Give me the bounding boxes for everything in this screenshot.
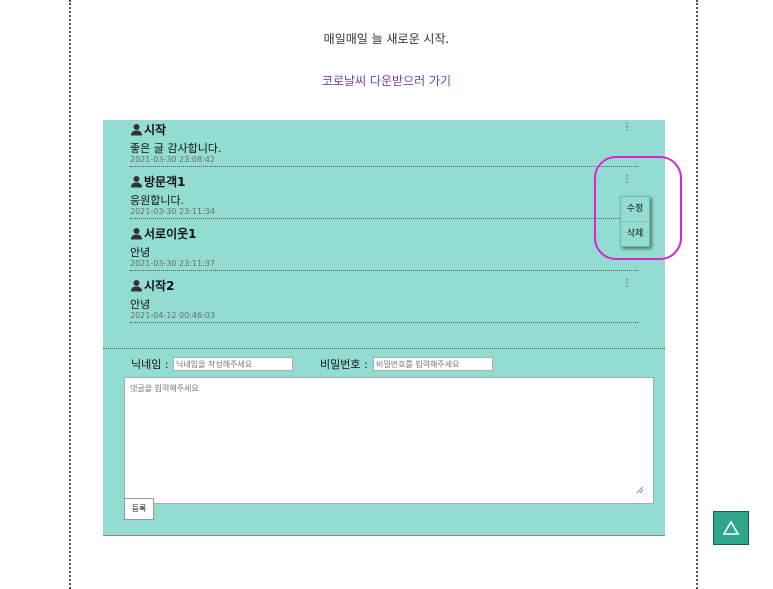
user-icon — [131, 280, 142, 292]
comment-item: 방문객1 응원합니다. 2021-03-30 23:11:34 ⋮ — [130, 172, 638, 219]
edit-comment-button[interactable]: 수정 — [621, 197, 649, 221]
comment-textarea[interactable] — [124, 377, 654, 504]
nickname-label: 닉네임 : — [131, 358, 169, 371]
comment-author: 시작2 — [130, 277, 174, 294]
password-label: 비밀번호 : — [320, 358, 368, 371]
user-icon — [131, 176, 142, 188]
comment-author-name: 서로이웃1 — [144, 227, 197, 241]
comment-item: 시작 좋은 글 감사합니다. 2021-03-30 23:08:42 ⋮ — [130, 120, 638, 167]
comment-form: 닉네임 : 비밀번호 : 등록 — [103, 348, 665, 536]
password-input[interactable] — [373, 357, 493, 371]
blog-tagline: 매일매일 늘 새로운 시작. — [323, 32, 450, 46]
comment-author: 서로이웃1 — [130, 225, 197, 242]
comment-body: 안녕 — [130, 246, 151, 259]
more-vertical-icon[interactable]: ⋮ — [622, 122, 632, 134]
comment-author: 방문객1 — [130, 173, 185, 190]
scroll-to-top-button[interactable] — [713, 511, 749, 545]
comment-author-name: 방문객1 — [144, 175, 186, 189]
more-vertical-icon[interactable]: ⋮ — [622, 278, 632, 290]
download-link[interactable]: 코로날씨 다운받으러 가기 — [0, 72, 773, 89]
user-icon — [131, 124, 142, 136]
comment-date: 2021-03-30 23:08:42 — [130, 155, 215, 164]
comment-context-menu: 수정 삭제 — [620, 196, 650, 247]
triangle-up-icon — [722, 520, 740, 535]
comment-list: 시작 좋은 글 감사합니다. 2021-03-30 23:08:42 ⋮ 방문객… — [103, 120, 665, 348]
comment-body: 좋은 글 감사합니다. — [130, 142, 222, 155]
more-vertical-icon[interactable]: ⋮ — [622, 174, 632, 186]
comment-date: 2021-03-30 23:11:34 — [130, 207, 215, 216]
user-icon — [131, 228, 142, 240]
comment-item: 시작2 안녕 2021-04-12 00:46:03 ⋮ — [130, 276, 638, 323]
nickname-input[interactable] — [173, 357, 293, 371]
delete-comment-button[interactable]: 삭제 — [621, 221, 649, 246]
comment-author: 시작 — [130, 121, 166, 138]
comment-body: 응원합니다. — [130, 194, 185, 207]
submit-button[interactable]: 등록 — [124, 498, 154, 520]
comment-author-name: 시작 — [144, 123, 167, 137]
comment-date: 2021-04-12 00:46:03 — [130, 311, 215, 320]
comment-author-name: 시작2 — [144, 279, 175, 293]
comment-date: 2021-03-30 23:11:37 — [130, 259, 215, 268]
comment-body: 안녕 — [130, 298, 151, 311]
comment-item: 서로이웃1 안녕 2021-03-30 23:11:37 — [130, 224, 638, 271]
